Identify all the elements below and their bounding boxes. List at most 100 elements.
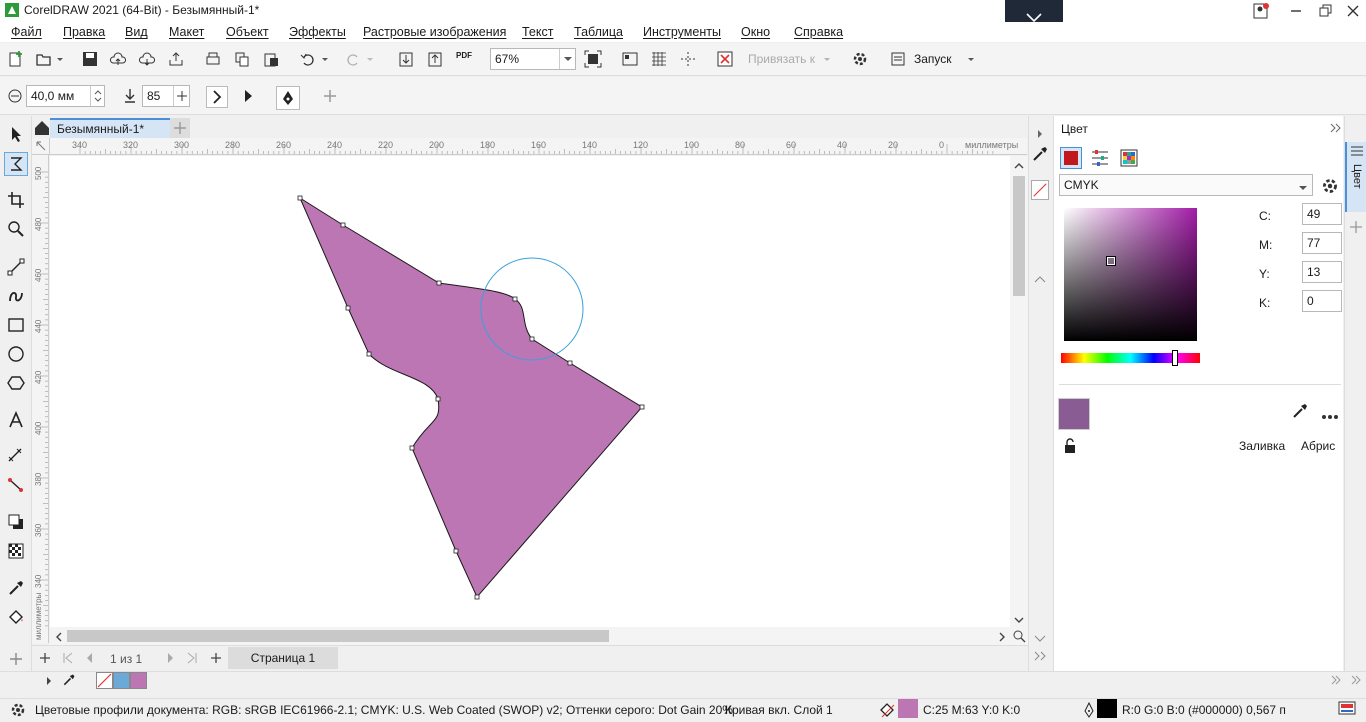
shape-tool-icon[interactable] (4, 152, 28, 176)
more-options-icon[interactable] (1321, 409, 1339, 423)
save-icon[interactable] (80, 49, 100, 69)
color-viewers-icon[interactable] (1060, 147, 1082, 169)
docker-scroll-up-icon[interactable] (1031, 270, 1049, 290)
hue-slider-handle[interactable] (1172, 350, 1178, 366)
expand-docker-icon[interactable] (1031, 124, 1049, 144)
menu-tools[interactable]: Инструменты (643, 25, 721, 39)
smoothing-slider-icon[interactable] (173, 86, 189, 106)
rectangle-tool-icon[interactable] (6, 315, 26, 335)
undo-icon[interactable] (298, 49, 318, 69)
next-page-icon[interactable] (160, 648, 180, 668)
snap-dropdown-icon[interactable] (822, 49, 832, 69)
connector-tool-icon[interactable] (6, 475, 26, 495)
minimize-icon[interactable] (1287, 2, 1305, 20)
smoothing-input[interactable]: 85 (142, 85, 190, 107)
cloud-upload-icon[interactable] (108, 49, 128, 69)
launch-dropdown-icon[interactable] (966, 49, 976, 69)
menu-table[interactable]: Таблица (574, 25, 623, 39)
new-document-icon[interactable] (6, 49, 26, 69)
cyan-input[interactable]: 49 (1302, 203, 1342, 225)
scroll-down-icon[interactable] (1013, 614, 1025, 628)
docker-eyedropper-icon[interactable] (1031, 144, 1049, 164)
fill-button[interactable]: Заливка (1239, 439, 1285, 453)
magenta-input[interactable]: 77 (1302, 232, 1342, 254)
menu-file[interactable]: Файл (11, 25, 42, 39)
scroll-left-icon[interactable] (54, 631, 64, 646)
settings-icon[interactable] (850, 49, 870, 69)
hue-slider[interactable] (1061, 350, 1200, 366)
add-page-before-icon[interactable] (35, 648, 55, 668)
dimension-tool-icon[interactable] (6, 446, 26, 466)
vertical-scroll-thumb[interactable] (1013, 176, 1025, 296)
docker-more-icon[interactable] (1031, 646, 1049, 666)
color-sliders-icon[interactable] (1090, 149, 1110, 170)
share-icon[interactable] (166, 49, 186, 69)
polygon-tool-icon[interactable] (6, 373, 26, 393)
color-model-select[interactable]: CMYK (1059, 174, 1313, 196)
vertical-ruler[interactable]: 500 480 460 440 420 400 380 360 340 миллиметры (32, 155, 49, 643)
docker-no-color-icon[interactable] (1031, 180, 1049, 200)
publish-pdf-icon[interactable]: PDF (456, 51, 472, 60)
outline-button[interactable]: Абрис (1301, 439, 1335, 453)
artistic-media-tool-icon[interactable] (6, 286, 26, 306)
menu-effects[interactable]: Эффекты (289, 25, 346, 39)
add-page-after-icon[interactable] (206, 648, 226, 668)
document-tab[interactable]: Безымянный-1* (50, 118, 186, 138)
launch-icon[interactable] (888, 49, 908, 69)
show-guidelines-icon[interactable] (678, 49, 698, 69)
palette-scroll-right-icon[interactable] (1350, 674, 1362, 689)
menu-help[interactable]: Справка (794, 25, 843, 39)
transparency-tool-icon[interactable] (6, 541, 26, 561)
color-preview-swatch[interactable] (1058, 398, 1090, 430)
no-color-swatch[interactable] (96, 672, 113, 689)
undo-dropdown-icon[interactable] (320, 49, 330, 69)
last-page-icon[interactable] (182, 648, 202, 668)
print-icon[interactable] (203, 49, 223, 69)
launch-label[interactable]: Запуск (914, 52, 952, 66)
palette-expand-icon[interactable] (44, 675, 54, 690)
add-docker-icon[interactable] (1349, 220, 1363, 237)
scroll-up-icon[interactable] (1013, 160, 1025, 174)
crop-tool-icon[interactable] (6, 190, 26, 210)
drop-shadow-tool-icon[interactable] (6, 512, 26, 532)
new-tab-icon[interactable] (170, 118, 190, 138)
status-app-icon[interactable] (1338, 701, 1356, 720)
open-dropdown-icon[interactable] (55, 49, 65, 69)
zoom-navigator-icon[interactable] (1012, 629, 1026, 646)
ellipse-tool-icon[interactable] (6, 344, 26, 364)
text-tool-icon[interactable] (6, 410, 26, 430)
pen-start-icon[interactable] (206, 86, 228, 108)
add-preset-icon[interactable] (320, 86, 340, 106)
add-tool-icon[interactable] (6, 649, 26, 669)
menu-edit[interactable]: Правка (63, 25, 105, 39)
outline-color-swatch[interactable] (1097, 699, 1117, 718)
zoom-level-input[interactable]: 67% (490, 48, 576, 70)
import-icon[interactable] (396, 49, 416, 69)
palette-swatch-blue[interactable] (113, 672, 130, 689)
cloud-download-icon[interactable] (137, 49, 157, 69)
page-tab[interactable]: Страница 1 (228, 647, 338, 669)
interactive-fill-tool-icon[interactable] (6, 607, 26, 627)
nib-size-spinner[interactable] (90, 86, 104, 106)
pen-end-icon[interactable] (238, 86, 258, 106)
horizontal-scroll-thumb[interactable] (67, 630, 609, 642)
account-icon[interactable] (1252, 2, 1270, 20)
color-picker-field[interactable] (1064, 208, 1197, 341)
export-icon[interactable] (425, 49, 445, 69)
fill-color-swatch[interactable] (898, 699, 918, 718)
nib-size-input[interactable]: 40,0 мм (26, 85, 105, 107)
menu-layout[interactable]: Макет (169, 25, 204, 39)
black-input[interactable]: 0 (1302, 290, 1342, 312)
color-docker-tab[interactable]: Цвет (1345, 142, 1366, 212)
palette-eyedropper-icon[interactable] (62, 673, 76, 690)
lock-icon[interactable] (1063, 438, 1077, 457)
snap-to-label[interactable]: Привязать к (748, 52, 815, 66)
zoom-tool-icon[interactable] (6, 219, 26, 239)
copy-icon[interactable] (232, 49, 252, 69)
show-grid-icon[interactable] (649, 49, 669, 69)
color-picker-handle[interactable] (1106, 256, 1116, 266)
yellow-input[interactable]: 13 (1302, 261, 1342, 283)
horizontal-ruler[interactable]: 340 320 300 280 260 240 220 200 180 160 140 120 100 8… (50, 138, 1027, 155)
menu-text[interactable]: Текст (522, 25, 553, 39)
vertical-scrollbar[interactable] (1010, 156, 1028, 627)
